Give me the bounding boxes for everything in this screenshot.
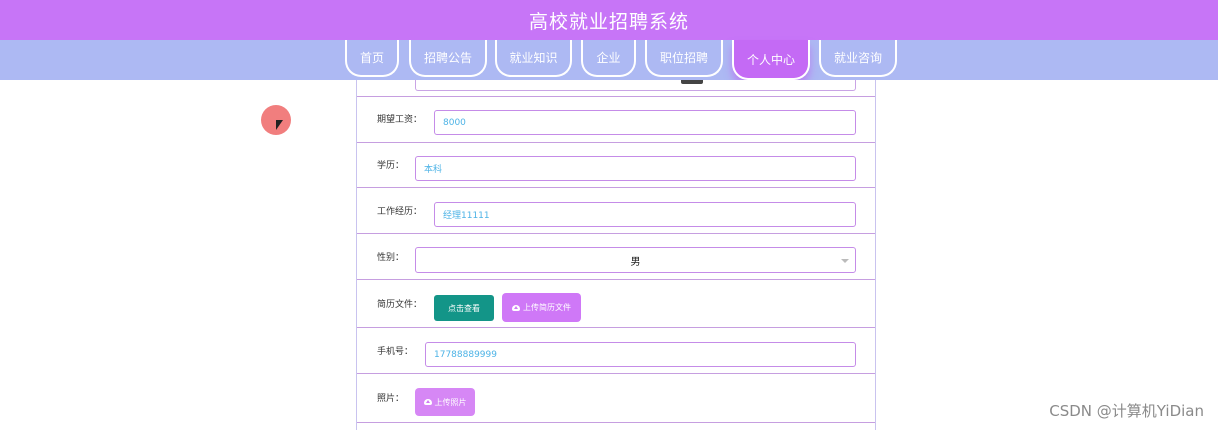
nav-item-label: 职位招聘: [659, 51, 708, 65]
upload-resume-label: 上传简历文件: [523, 303, 571, 312]
nav-item-home[interactable]: 首页: [345, 40, 399, 77]
cloud-upload-icon: [423, 399, 432, 405]
app-title: 高校就业招聘系统: [528, 10, 689, 33]
previous-field-cut[interactable]: [415, 80, 856, 91]
view-resume-label: 点击查看: [448, 303, 480, 313]
gender-select[interactable]: 男: [415, 247, 856, 273]
mouse-pointer-icon: [276, 120, 283, 130]
gender-label: 性别：: [377, 253, 405, 263]
row-divider: [357, 187, 875, 188]
row-divider: [357, 327, 875, 328]
row-divider: [357, 142, 875, 143]
nav-item-jobs[interactable]: 职位招聘: [645, 40, 723, 77]
photo-label: 照片：: [377, 394, 405, 404]
nav-item-knowledge[interactable]: 就业知识: [495, 40, 572, 77]
profile-form: 期望工资： 8000 学历： 本科 工作经历： 经理11111 性别： 男 简历…: [356, 80, 876, 430]
nav-item-personal-center[interactable]: 个人中心: [732, 40, 810, 80]
row-divider: [357, 233, 875, 234]
work-experience-label: 工作经历：: [377, 207, 423, 217]
nav-item-consulting[interactable]: 就业咨询: [819, 40, 897, 77]
nav-item-label: 就业知识: [509, 51, 558, 65]
nav-item-label: 招聘公告: [423, 51, 472, 65]
phone-input[interactable]: 17788889999: [425, 342, 856, 367]
nav-item-label: 就业咨询: [833, 51, 882, 65]
nav-item-company[interactable]: 企业: [581, 40, 636, 77]
view-resume-button[interactable]: 点击查看: [434, 295, 494, 321]
education-input[interactable]: 本科: [415, 156, 856, 181]
phone-label: 手机号：: [377, 347, 414, 357]
row-divider: [357, 422, 875, 423]
resume-label: 简历文件：: [377, 300, 423, 310]
watermark: CSDN @计算机YiDian: [1049, 402, 1204, 420]
expected-salary-label: 期望工资：: [377, 115, 423, 125]
education-label: 学历：: [377, 161, 405, 171]
chevron-down-icon: [841, 259, 849, 263]
app-header: 高校就业招聘系统: [0, 0, 1218, 40]
upload-photo-button[interactable]: 上传照片: [415, 388, 475, 416]
row-divider: [357, 373, 875, 374]
expected-salary-input[interactable]: 8000: [434, 110, 856, 135]
work-experience-input[interactable]: 经理11111: [434, 202, 856, 227]
nav-item-label: 企业: [596, 51, 621, 65]
previous-field-text-fragment: [681, 80, 703, 84]
nav-item-label: 个人中心: [746, 52, 795, 67]
main-nav: 首页 招聘公告 就业知识 企业 职位招聘 个人中心 就业咨询: [0, 40, 1218, 80]
row-divider: [357, 96, 875, 97]
nav-item-announcements[interactable]: 招聘公告: [409, 40, 487, 77]
row-divider: [357, 279, 875, 280]
gender-selected-value: 男: [630, 256, 641, 268]
upload-resume-button[interactable]: 上传简历文件: [502, 293, 581, 322]
nav-item-label: 首页: [359, 51, 384, 65]
cloud-upload-icon: [512, 304, 520, 311]
upload-photo-label: 上传照片: [434, 397, 467, 407]
